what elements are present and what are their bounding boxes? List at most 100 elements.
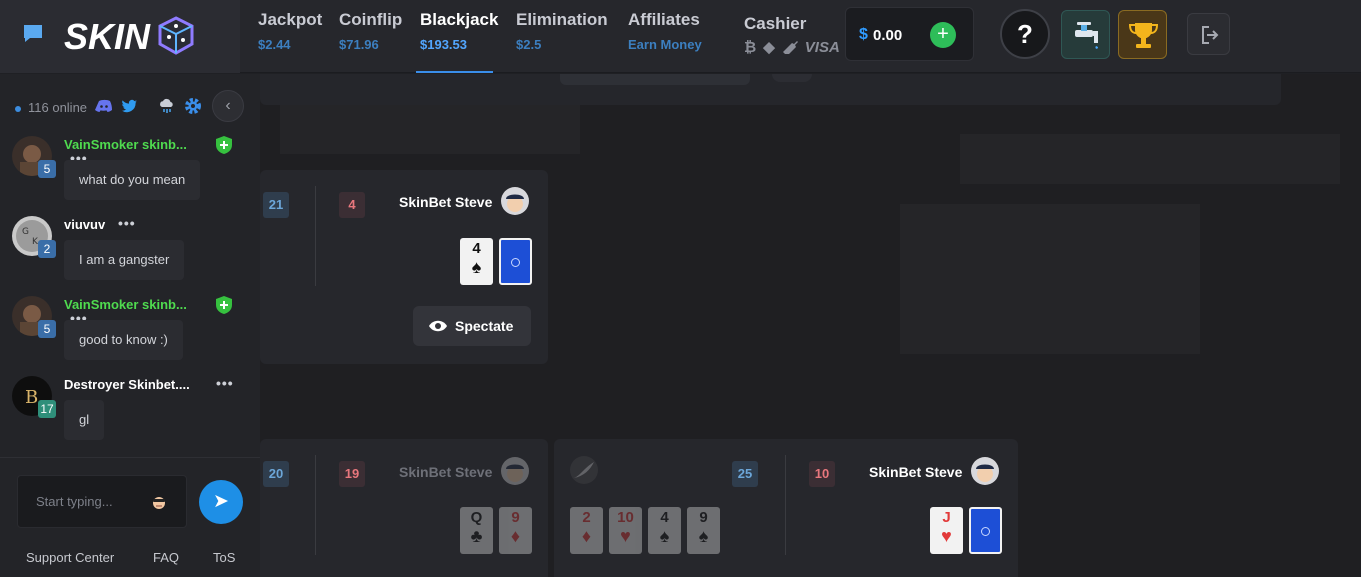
user-level-badge: 5 — [38, 320, 56, 338]
playing-card: 9 ♦ — [499, 507, 532, 554]
chat-sidebar: 116 online ‹ 5 VainSmoker skinb... ••• w… — [0, 74, 260, 577]
chat-header: 116 online ‹ — [0, 74, 260, 138]
background-art — [900, 204, 1200, 354]
chat-input-area: Start typing... ➤ Support Center FAQ ToS — [0, 457, 260, 577]
nav-label: Blackjack — [420, 10, 499, 29]
logout-icon — [1202, 26, 1219, 44]
emoji-icon[interactable] — [151, 494, 167, 510]
playing-card: 9 ♠ — [687, 507, 720, 554]
dice-icon — [158, 16, 194, 55]
message-options-icon[interactable]: ••• — [118, 215, 136, 231]
svg-text:B: B — [25, 387, 38, 408]
currency-symbol: $ — [859, 26, 868, 43]
chat-username[interactable]: viuvuv — [64, 217, 105, 232]
player-avatar[interactable] — [570, 456, 598, 484]
nav-pot-value: $193.53 — [420, 37, 467, 52]
card-rank: 4 — [472, 240, 481, 257]
spectate-label: Spectate — [455, 318, 514, 334]
playing-card: 2 ♦ — [570, 507, 603, 554]
player-score: 20 — [263, 461, 289, 487]
nav-pot-value: $2.44 — [258, 37, 291, 52]
spectate-button[interactable]: Spectate — [413, 306, 531, 346]
nav-label: Elimination — [516, 10, 608, 29]
dealer-score: 4 — [339, 192, 365, 218]
chat-message-text: I am a gangster — [64, 240, 185, 280]
site-logo[interactable]: SKIN — [64, 12, 196, 60]
user-level-badge: 2 — [38, 240, 56, 258]
card-back — [969, 507, 1002, 554]
card-rank: 9 — [511, 509, 520, 526]
seat-divider — [785, 455, 786, 555]
faucet-icon — [1075, 22, 1098, 49]
nav-coinflip[interactable]: Coinflip $71.96 — [339, 10, 402, 52]
player-score: 25 — [732, 461, 758, 487]
faucet-button[interactable] — [1061, 10, 1110, 59]
balance-widget: $ 0.00 + — [845, 7, 974, 61]
user-level-badge: 5 — [38, 160, 56, 178]
collapse-sidebar-button[interactable]: ‹ — [212, 90, 244, 122]
help-button[interactable]: ? — [1000, 9, 1050, 59]
chat-input[interactable]: Start typing... — [17, 475, 187, 528]
tos-link[interactable]: ToS — [213, 550, 235, 565]
user-level-badge: 17 — [38, 400, 56, 418]
card-rank: 9 — [699, 509, 708, 526]
message-options-icon[interactable]: ••• — [216, 375, 234, 391]
add-funds-button[interactable]: + — [930, 22, 956, 48]
chat-input-placeholder: Start typing... — [36, 494, 113, 509]
card-suit: ♠ — [659, 526, 670, 546]
dealer-score: 19 — [339, 461, 365, 487]
dealer-avatar — [501, 457, 529, 485]
table-avatar-edge — [772, 74, 812, 82]
dealer-avatar — [971, 457, 999, 485]
nav-affiliates[interactable]: Affiliates Earn Money — [628, 10, 702, 52]
top-bar: SKIN Jackpot $2.44 Coinflip $71.96 Black… — [0, 0, 1361, 73]
card-suit: ♠ — [698, 526, 709, 546]
support-center-link[interactable]: Support Center — [26, 550, 114, 565]
settings-gear-icon[interactable] — [184, 97, 202, 115]
nav-elimination[interactable]: Elimination $2.5 — [516, 10, 608, 52]
card-suit: ♣ — [470, 526, 483, 546]
card-rank: Q — [470, 509, 483, 526]
nav-subtitle: Earn Money — [628, 37, 702, 52]
seat-divider — [315, 455, 316, 555]
player-score: 21 — [263, 192, 289, 218]
seat-divider — [315, 186, 316, 286]
dealer-score: 10 — [809, 461, 835, 487]
blackjack-table: 21 4 SkinBet Steve 4 ♠ Spectate — [260, 170, 548, 364]
chat-message-text: gl — [64, 400, 105, 440]
discord-icon[interactable] — [95, 99, 112, 113]
faq-link[interactable]: FAQ — [153, 550, 179, 565]
nav-label: Jackpot — [258, 10, 323, 29]
nav-jackpot[interactable]: Jackpot $2.44 — [258, 10, 322, 52]
online-dot — [15, 105, 21, 112]
table-panel-top-edge — [260, 74, 1281, 105]
chat-message: 5 VainSmoker skinb... ••• what do you me… — [0, 134, 260, 214]
card-rank: 10 — [617, 509, 634, 526]
dealer-name: SkinBet Steve — [399, 464, 493, 480]
chat-message: GK 2 viuvuv ••• I am a gangster — [0, 214, 260, 294]
weather-icon[interactable] — [158, 98, 175, 114]
chat-message-text: good to know :) — [64, 320, 183, 360]
svg-text:G: G — [22, 227, 29, 237]
rewards-button[interactable] — [1118, 10, 1167, 59]
chat-toggle-icon[interactable] — [22, 24, 44, 44]
nav-label: Coinflip — [339, 10, 403, 29]
chat-username[interactable]: Destroyer Skinbet.... — [64, 377, 190, 392]
nav-pot-value: $2.5 — [516, 37, 542, 52]
dealer-name: SkinBet Steve — [399, 194, 493, 210]
table-header-strip — [560, 74, 750, 85]
card-back — [499, 238, 532, 285]
logout-button[interactable] — [1187, 13, 1230, 55]
ethereum-icon: ◆ — [763, 39, 775, 56]
nav-blackjack[interactable]: Blackjack $193.53 — [420, 10, 498, 52]
online-text: 116 online — [28, 100, 88, 115]
card-rank: J — [942, 509, 951, 526]
nav-cashier[interactable]: Cashier — [744, 14, 806, 34]
card-suit: ♥ — [941, 526, 952, 546]
twitter-icon[interactable] — [122, 99, 138, 113]
send-message-button[interactable]: ➤ — [199, 480, 243, 524]
blackjack-lobby: 21 4 SkinBet Steve 4 ♠ Spectate 20 19 Sk… — [260, 74, 1361, 577]
chat-message: 5 VainSmoker skinb... ••• good to know :… — [0, 294, 260, 374]
dealer-name: SkinBet Steve — [869, 464, 963, 480]
nav-label: Cashier — [744, 14, 807, 33]
